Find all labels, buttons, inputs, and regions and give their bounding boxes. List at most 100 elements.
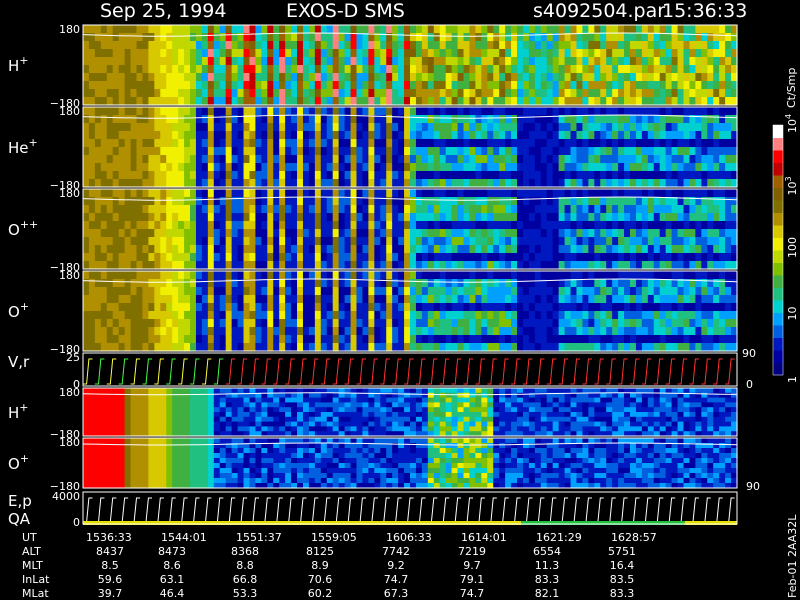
spectrogram-cell <box>701 319 708 328</box>
spectrogram-cell <box>427 155 435 164</box>
spectrogram-cell <box>124 335 132 344</box>
spectrogram-cell <box>588 115 595 124</box>
spectrogram-cell <box>713 205 720 214</box>
spectrogram-cell <box>451 65 459 74</box>
spectrogram-cell <box>707 189 714 198</box>
spectrogram-cell <box>172 311 179 320</box>
spectrogram-cell <box>689 123 696 132</box>
spectrogram-cell <box>558 25 566 34</box>
spectrogram-cell <box>172 421 179 427</box>
spectrogram-cell <box>635 57 643 66</box>
spectrogram-cell <box>249 327 257 336</box>
spectrogram-cell <box>665 319 673 328</box>
spectrogram-cell <box>469 271 476 280</box>
spectrogram-cell <box>659 171 667 180</box>
spectrogram-cell <box>213 41 221 50</box>
spectrogram-cell <box>106 261 114 270</box>
spectrogram-cell <box>225 397 233 403</box>
spectrogram-cell <box>629 213 637 222</box>
spectrogram-cell <box>689 147 696 156</box>
spectrogram-cell <box>641 205 649 214</box>
spectrogram-cell <box>439 213 447 222</box>
spectrogram-cell <box>368 271 375 280</box>
spectrogram-cell <box>201 287 209 296</box>
spectrogram-cell <box>237 397 245 403</box>
spectrogram-cell <box>677 327 685 336</box>
spectrogram-cell <box>178 81 185 90</box>
spectrogram-cell <box>314 245 322 254</box>
spectrogram-cell <box>326 155 334 164</box>
spectrogram-cell <box>178 295 185 304</box>
spectrogram-cell <box>368 287 375 296</box>
spectrogram-cell <box>350 335 358 344</box>
spectrogram-cell <box>350 147 358 156</box>
spectrogram-cell <box>100 261 108 270</box>
spectrogram-cell <box>243 147 251 156</box>
spectrogram-cell <box>124 171 132 180</box>
spectrogram-cell <box>130 271 138 280</box>
spectrogram-cell <box>362 49 369 58</box>
spectrogram-cell <box>255 171 262 180</box>
spectrogram-cell <box>600 139 607 148</box>
spectrogram-cell <box>338 253 346 262</box>
spectrogram-cell <box>267 343 274 352</box>
spectrogram-cell <box>279 237 286 246</box>
spectrogram-cell <box>505 303 512 312</box>
spectrogram-cell <box>350 163 358 172</box>
spectrogram-cell <box>94 171 102 180</box>
spectrogram-cell <box>582 287 589 296</box>
spectrogram-cell <box>540 213 548 222</box>
spectrogram-cell <box>195 25 203 34</box>
spectrogram-cell <box>511 245 518 254</box>
spectrogram-cell <box>302 416 310 423</box>
spectrogram-cell <box>320 421 328 427</box>
spectrogram-cell <box>689 221 696 230</box>
spectrogram-cell <box>302 271 310 280</box>
spectrogram-cell <box>463 319 471 328</box>
spectrogram-cell <box>653 197 661 206</box>
spectrogram-cell <box>338 221 346 230</box>
spectrogram-cell <box>160 115 167 124</box>
spectrogram-cell <box>273 397 280 403</box>
spectrogram-cell <box>190 131 197 140</box>
spectrogram-cell <box>659 107 667 116</box>
spectrogram-cell <box>695 163 702 172</box>
spectrogram-cell <box>701 97 708 106</box>
spectrogram-cell <box>320 279 328 288</box>
spectrogram-cell <box>279 163 286 172</box>
spectrogram-cell <box>88 163 96 172</box>
spectrogram-cell <box>713 81 720 90</box>
spectrogram-cell <box>172 287 179 296</box>
spectrogram-cell <box>273 81 280 90</box>
spectrogram-cell <box>267 139 274 148</box>
spectrogram-cell <box>612 237 619 246</box>
spectrogram-cell <box>677 261 685 270</box>
spectrogram-cell <box>725 163 732 172</box>
spectrogram-cell <box>219 171 227 180</box>
spectrogram-cell <box>148 107 155 116</box>
spectrogram-cell <box>659 89 667 98</box>
spectrogram-cell <box>291 25 298 34</box>
spectrogram-cell <box>112 107 120 116</box>
spectrogram-cell <box>415 97 423 106</box>
spectrogram-cell <box>588 327 595 336</box>
spectrogram-cell <box>362 335 369 344</box>
spectrogram-cell <box>505 57 512 66</box>
spectrogram-cell <box>629 25 637 34</box>
spectrogram-cell <box>487 213 494 222</box>
spectrogram-cell <box>386 287 393 296</box>
spectrogram-cell <box>160 107 167 116</box>
spectrogram-cell <box>302 147 310 156</box>
spectrogram-cell <box>445 279 453 288</box>
spectrogram-cell <box>606 205 613 214</box>
spectrogram-cell <box>225 388 233 394</box>
spectrogram-cell <box>279 171 286 180</box>
spectrogram-cell <box>184 327 191 336</box>
spectrogram-cell <box>142 279 149 288</box>
spectrogram-cell <box>344 97 352 106</box>
spectrogram-cell <box>326 271 334 280</box>
spectrogram-cell <box>451 327 459 336</box>
spectrogram-cell <box>505 287 512 296</box>
spectrogram-cell <box>172 49 179 58</box>
spectrogram-cell <box>83 229 90 238</box>
